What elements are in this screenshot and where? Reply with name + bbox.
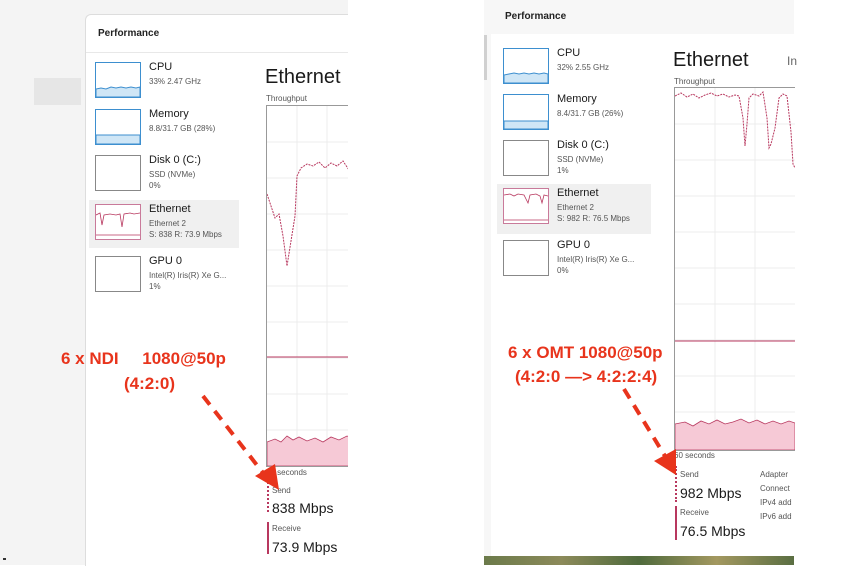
throughput-graph bbox=[674, 87, 795, 451]
memory-graph-thumbnail bbox=[95, 109, 141, 145]
cpu-graph-thumbnail bbox=[503, 48, 549, 84]
sidebar-item-ethernet[interactable]: Ethernet Ethernet 2 S: 838 R: 73.9 Mbps bbox=[89, 200, 239, 248]
sidebar-item-label: CPU bbox=[557, 47, 581, 59]
sidebar-item-disk[interactable]: Disk 0 (C:) SSD (NVMe) 0% bbox=[89, 151, 239, 197]
send-value: 838 Mbps bbox=[272, 500, 334, 516]
sidebar-item-ethernet[interactable]: Ethernet Ethernet 2 S: 982 R: 76.5 Mbps bbox=[497, 184, 651, 234]
throughput-label: Throughput bbox=[266, 94, 307, 103]
sidebar-item-label: Ethernet bbox=[557, 187, 599, 199]
sidebar-item-label: Disk 0 (C:) bbox=[149, 154, 201, 166]
sidebar-item-sub: Intel(R) Iris(R) Xe G... bbox=[557, 255, 635, 264]
gpu-graph-thumbnail bbox=[503, 240, 549, 276]
sidebar-item-sub: SSD (NVMe) bbox=[149, 170, 196, 179]
ethernet-graph-thumbnail bbox=[503, 188, 549, 224]
sidebar-item-sub2: 1% bbox=[557, 166, 569, 175]
sidebar-item-sub2: 0% bbox=[557, 266, 569, 275]
sidebar-item-label: GPU 0 bbox=[557, 239, 591, 251]
disk-graph-thumbnail bbox=[503, 140, 549, 176]
disk-graph-thumbnail bbox=[95, 155, 141, 191]
receive-label: Receive bbox=[680, 508, 709, 517]
desktop-wallpaper-strip bbox=[484, 556, 794, 565]
annotation-ndi-format: (4:2:0) bbox=[124, 374, 176, 393]
adapter-label: Adapter bbox=[760, 470, 789, 479]
window-title: Performance bbox=[98, 28, 160, 39]
detail-title: Ethernet bbox=[673, 49, 749, 71]
sidebar-item-memory[interactable]: Memory 8.8/31.7 GB (28%) bbox=[89, 105, 239, 151]
title-divider bbox=[86, 52, 349, 53]
connection-label: Connect bbox=[760, 484, 790, 493]
sidebar-item-label: Disk 0 (C:) bbox=[557, 139, 609, 151]
receive-value: 76.5 Mbps bbox=[680, 523, 746, 539]
sidebar-item-sub: 33% 2.47 GHz bbox=[149, 77, 202, 86]
sidebar-item-cpu[interactable]: CPU 33% 2.47 GHz bbox=[89, 58, 239, 104]
sidebar-item-memory[interactable]: Memory 8.4/31.7 GB (26%) bbox=[497, 90, 647, 136]
cpu-graph-thumbnail bbox=[95, 62, 141, 98]
detail-title: Ethernet bbox=[265, 66, 341, 88]
annotation-arrow bbox=[201, 394, 279, 490]
gpu-graph-thumbnail bbox=[95, 256, 141, 292]
sidebar-item-sub: SSD (NVMe) bbox=[557, 155, 604, 164]
sidebar-item-cpu[interactable]: CPU 32% 2.55 GHz bbox=[497, 44, 647, 90]
receive-indicator bbox=[675, 506, 677, 540]
annotation-arrow bbox=[622, 387, 676, 475]
sidebar-item-label: Memory bbox=[557, 93, 597, 105]
sidebar-item-gpu[interactable]: GPU 0 Intel(R) Iris(R) Xe G... 0% bbox=[497, 236, 647, 282]
window-title: Performance bbox=[505, 11, 567, 22]
annotation-omt: 6 x OMT 1080@50p bbox=[508, 343, 663, 362]
sidebar-item-label: Memory bbox=[149, 108, 189, 120]
sidebar-item-sub: 8.4/31.7 GB (26%) bbox=[557, 109, 624, 118]
sidebar-item-sub: Ethernet 2 bbox=[149, 219, 186, 228]
send-value: 982 Mbps bbox=[680, 485, 742, 501]
ipv6-label: IPv6 add bbox=[760, 512, 792, 521]
sidebar-item-label: GPU 0 bbox=[149, 255, 183, 267]
ethernet-graph-thumbnail bbox=[95, 204, 141, 240]
left-backdrop-shade bbox=[34, 78, 81, 105]
corner-mark bbox=[3, 558, 6, 560]
sidebar-item-sub: 8.8/31.7 GB (28%) bbox=[149, 124, 216, 133]
sidebar-item-sub2: S: 838 R: 73.9 Mbps bbox=[149, 230, 222, 239]
annotation-ndi: 6 x NDI 1080@50p bbox=[61, 349, 226, 368]
sidebar-item-sub: Intel(R) Iris(R) Xe G... bbox=[149, 271, 227, 280]
sidebar-item-disk[interactable]: Disk 0 (C:) SSD (NVMe) 1% bbox=[497, 136, 647, 182]
sidebar-item-label: CPU bbox=[149, 61, 173, 73]
memory-graph-thumbnail bbox=[503, 94, 549, 130]
divider-gap bbox=[348, 0, 484, 565]
sidebar-item-label: Ethernet bbox=[149, 203, 191, 215]
detail-title-cut: In bbox=[787, 54, 798, 68]
receive-indicator bbox=[267, 522, 269, 554]
ipv4-label: IPv4 add bbox=[760, 498, 792, 507]
sidebar-item-sub: Ethernet 2 bbox=[557, 203, 594, 212]
throughput-label: Throughput bbox=[674, 77, 715, 86]
right-scrollbar-left[interactable] bbox=[484, 35, 487, 80]
sidebar-item-sub2: 0% bbox=[149, 181, 161, 190]
receive-value: 73.9 Mbps bbox=[272, 539, 338, 555]
sidebar-item-sub: 32% 2.55 GHz bbox=[557, 63, 610, 72]
sidebar-item-sub2: S: 982 R: 76.5 Mbps bbox=[557, 214, 630, 223]
receive-label: Receive bbox=[272, 524, 301, 533]
sidebar-item-sub2: 1% bbox=[149, 282, 161, 291]
sidebar-item-gpu[interactable]: GPU 0 Intel(R) Iris(R) Xe G... 1% bbox=[89, 252, 239, 298]
